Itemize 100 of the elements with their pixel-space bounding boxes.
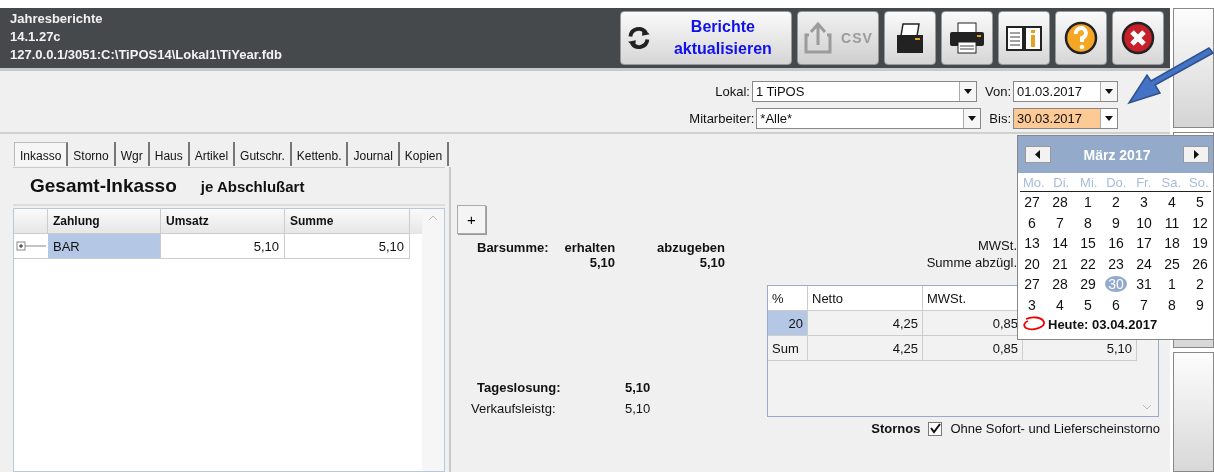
daily-total-label: Tageslosung: [477, 380, 562, 395]
calendar-day[interactable]: 28 [1049, 276, 1071, 293]
net-sum-label: Summe abzügl. [926, 254, 1017, 271]
calendar-day[interactable]: 8 [1161, 296, 1183, 313]
received-value: 5,10 [589, 255, 616, 270]
manual-button[interactable] [998, 11, 1050, 65]
daily-total-value: 5,10 [625, 380, 651, 395]
calendar-day[interactable]: 13 [1021, 235, 1043, 252]
calendar-day[interactable]: 1 [1077, 194, 1099, 211]
dropdown-arrow-icon [1105, 116, 1113, 121]
today-label[interactable]: Heute: 03.04.2017 [1048, 316, 1158, 332]
calendar-day[interactable]: 21 [1049, 255, 1071, 272]
book-info-icon [1005, 24, 1043, 52]
calendar-day[interactable]: 14 [1049, 235, 1071, 252]
weekday-label: Mo. [1021, 174, 1046, 190]
calendar-day[interactable]: 20 [1021, 255, 1043, 272]
calendar-day[interactable]: 28 [1049, 194, 1071, 211]
cash-sum-label: Barsumme: [476, 240, 550, 257]
calendar-day[interactable]: 25 [1161, 255, 1183, 272]
add-button[interactable]: + [457, 205, 486, 234]
table-cell: 5,10 [161, 234, 285, 259]
tab[interactable]: Inkasso [14, 142, 69, 166]
refresh-reports-button[interactable]: Berichte aktualisieren [620, 11, 792, 65]
calendar-day[interactable]: 8 [1077, 214, 1099, 231]
receipt-printer-icon [895, 22, 925, 54]
version-text: 14.1.27c [10, 28, 62, 46]
employee-label: Mitarbeiter: [689, 111, 755, 126]
calendar-day[interactable]: 22 [1077, 255, 1099, 272]
help-icon [1064, 21, 1098, 55]
weekday-label: Sa. [1160, 174, 1182, 190]
table-cell: 4,25 [808, 336, 923, 361]
calendar-day[interactable]: 7 [1049, 214, 1071, 231]
sales-label: Verkaufsleistg: [471, 401, 557, 416]
checkbox[interactable] [928, 421, 943, 436]
calendar-day[interactable]: 10 [1133, 214, 1155, 231]
calendar-day[interactable]: 24 [1133, 255, 1155, 272]
dropdown-arrow-icon [968, 116, 977, 121]
vat-label: MWSt. [978, 237, 1017, 254]
calendar-day[interactable]: 6 [1105, 296, 1127, 313]
calendar-day[interactable]: 3 [1021, 296, 1043, 313]
lokal-dropdown[interactable]: 1 TiPOS [751, 81, 977, 102]
calendar-day[interactable]: 1 [1161, 276, 1183, 293]
column-header: Summe [285, 209, 410, 234]
calendar-day[interactable]: 3 [1133, 194, 1155, 211]
printer-icon [949, 22, 985, 54]
calendar-day[interactable]: 2 [1189, 276, 1211, 293]
calendar-day[interactable]: 2 [1105, 194, 1127, 211]
to-date-field[interactable]: 30.03.2017 [1013, 108, 1118, 129]
from-label: Von: [984, 84, 1011, 99]
calendar-day[interactable]: 6 [1021, 214, 1043, 231]
calendar-day[interactable]: 9 [1105, 214, 1127, 231]
previous-month-button[interactable] [1025, 146, 1051, 163]
weekday-label: Mi. [1079, 174, 1099, 190]
help-button[interactable] [1055, 11, 1107, 65]
calendar-day[interactable]: 27 [1021, 276, 1043, 293]
calendar-day[interactable]: 5 [1077, 296, 1099, 313]
received-label: erhalten [564, 240, 616, 255]
to-deliver-label: abzugeben [657, 240, 725, 255]
calendar-day[interactable]: 17 [1133, 235, 1155, 252]
calendar-day[interactable]: 27 [1021, 194, 1043, 211]
checkbox-label: Ohne Sofort- und Lieferscheinstorno [950, 421, 1160, 436]
expand-icon[interactable] [16, 241, 46, 251]
calendar-day[interactable]: 29 [1077, 276, 1099, 293]
weekday-label: So. [1188, 174, 1210, 190]
calendar-day[interactable]: 7 [1133, 296, 1155, 313]
calendar-day[interactable]: 9 [1189, 296, 1211, 313]
close-button[interactable] [1112, 11, 1164, 65]
left-triangle-icon [1035, 150, 1041, 159]
right-triangle-icon [1193, 150, 1199, 159]
to-deliver-value: 5,10 [699, 255, 725, 270]
sales-value: 5,10 [625, 401, 651, 416]
calendar-day[interactable]: 23 [1105, 255, 1127, 272]
calendar-day[interactable]: 4 [1049, 296, 1071, 313]
next-month-button[interactable] [1183, 146, 1209, 163]
receipt-printer-button[interactable] [884, 11, 936, 65]
calendar-day[interactable]: 16 [1105, 235, 1127, 252]
close-icon [1121, 21, 1155, 55]
dropdown-arrow-icon [963, 89, 972, 94]
table-cell: 20 [768, 311, 808, 336]
lokal-label: Lokal: [715, 84, 750, 99]
calendar-day[interactable]: 18 [1161, 235, 1183, 252]
from-date-field[interactable]: 01.03.2017 [1013, 81, 1118, 102]
window-title: Jahresberichte [10, 10, 104, 28]
to-label: Bis: [989, 111, 1011, 126]
calendar-day[interactable]: 31 [1133, 276, 1155, 293]
employee-dropdown[interactable]: *Alle* [756, 108, 982, 129]
calendar-day[interactable]: 5 [1189, 194, 1211, 211]
a4-printer-button[interactable] [941, 11, 993, 65]
calendar-day[interactable]: 12 [1189, 214, 1211, 231]
weekday-label: Fr. [1135, 174, 1153, 190]
calendar-day[interactable]: 19 [1189, 235, 1211, 252]
database-path: 127.0.0.1/3051:C:\TiPOS14\Lokal1\TiYear.fdb [10, 46, 282, 64]
calendar-day[interactable]: 26 [1189, 255, 1211, 272]
calendar-day[interactable]: 11 [1161, 214, 1183, 231]
side-button[interactable] [1173, 352, 1214, 472]
weekday-label: Do. [1105, 174, 1128, 190]
side-button[interactable] [1173, 8, 1214, 128]
calendar-day[interactable]: 4 [1161, 194, 1183, 211]
calendar-day[interactable]: 15 [1077, 235, 1099, 252]
table-cell: Sum [768, 336, 808, 361]
